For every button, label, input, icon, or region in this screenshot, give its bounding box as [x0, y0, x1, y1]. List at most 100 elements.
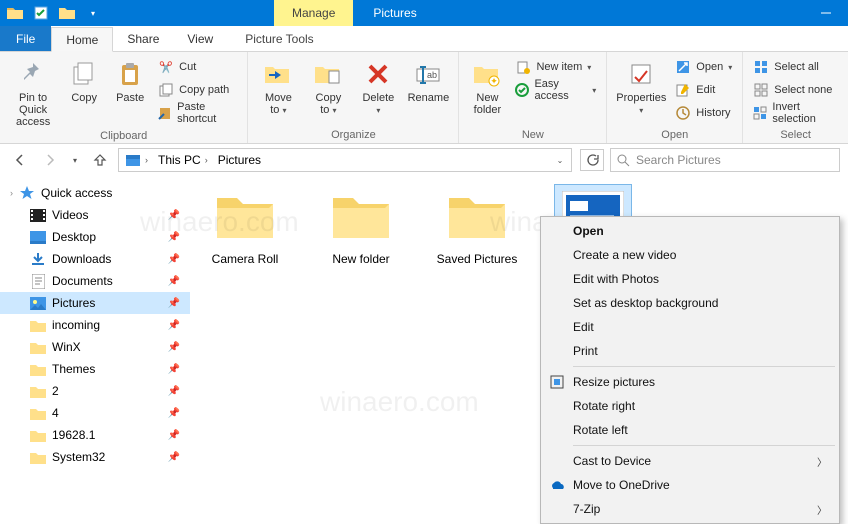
copy-path-icon	[158, 82, 174, 98]
rename-button[interactable]: ab Rename	[404, 54, 452, 104]
pictures-icon	[30, 295, 46, 311]
copy-to-icon	[312, 58, 344, 90]
breadcrumb-this-pc[interactable]: This PC›	[154, 153, 212, 167]
copy-path-button[interactable]: Copy path	[154, 79, 241, 101]
easy-access-button[interactable]: Easy access ▾	[511, 79, 600, 101]
sidebar-item-documents[interactable]: Documents📌	[0, 270, 190, 292]
picture-tools-tab[interactable]: Picture Tools	[231, 26, 327, 51]
search-placeholder: Search Pictures	[636, 153, 721, 167]
sidebar-item-2[interactable]: 2📌	[0, 380, 190, 402]
group-organize: Move to ▾ Copy to ▾ Delete ▾ ab Rename O…	[248, 52, 459, 143]
ctx-cast-to-device[interactable]: Cast to Device〉	[543, 449, 837, 473]
sidebar-item-4[interactable]: 4📌	[0, 402, 190, 424]
select-none-icon	[753, 82, 769, 98]
group-open: Properties ▾ Open ▾ Edit History Open	[607, 52, 743, 143]
manage-contextual-tab[interactable]: Manage	[274, 0, 353, 26]
file-item-saved-pictures[interactable]: Saved Pictures	[432, 184, 522, 266]
ctx-edit-photos[interactable]: Edit with Photos	[543, 267, 837, 291]
sidebar-item-winx[interactable]: WinX📌	[0, 336, 190, 358]
ctx-resize-pictures[interactable]: Resize pictures	[543, 370, 837, 394]
sidebar-item-desktop[interactable]: Desktop📌	[0, 226, 190, 248]
breadcrumb-bar[interactable]: › This PC› Pictures ⌄	[118, 148, 572, 172]
ctx-move-to-onedrive[interactable]: Move to OneDrive	[543, 473, 837, 497]
copy-to-button[interactable]: Copy to ▾	[304, 54, 352, 117]
navigation-pane: › Quick access Videos📌 Desktop📌 Download…	[0, 176, 190, 501]
up-button[interactable]	[88, 148, 112, 172]
ctx-rotate-right[interactable]: Rotate right	[543, 394, 837, 418]
pin-icon: 📌	[168, 232, 180, 243]
file-tab[interactable]: File	[0, 26, 51, 51]
folder-icon	[30, 405, 46, 421]
select-all-button[interactable]: Select all	[749, 56, 842, 78]
sidebar-item-downloads[interactable]: Downloads📌	[0, 248, 190, 270]
view-tab[interactable]: View	[173, 26, 227, 51]
paste-shortcut-button[interactable]: Paste shortcut	[154, 102, 241, 124]
history-button[interactable]: History	[671, 102, 736, 124]
pin-icon: 📌	[168, 298, 180, 309]
ctx-print[interactable]: Print	[543, 339, 837, 363]
folder-icon	[30, 427, 46, 443]
group-clipboard: Pin to Quick access Copy Paste ✂️Cut Cop…	[0, 52, 248, 143]
star-icon	[19, 185, 35, 201]
address-dropdown-icon[interactable]: ⌄	[551, 148, 569, 172]
ctx-open[interactable]: Open	[543, 219, 837, 243]
sidebar-item-pictures[interactable]: Pictures📌	[0, 292, 190, 314]
sidebar-quick-access[interactable]: › Quick access	[0, 182, 190, 204]
home-tab[interactable]: Home	[51, 27, 113, 52]
title-bar: ▾ Manage Pictures	[0, 0, 848, 26]
history-icon	[675, 105, 691, 121]
breadcrumb-root-icon[interactable]: ›	[121, 153, 152, 167]
copy-button[interactable]: Copy	[62, 54, 106, 104]
forward-button[interactable]	[38, 148, 62, 172]
chevron-right-icon: 〉	[817, 454, 827, 469]
refresh-button[interactable]	[580, 149, 604, 171]
properties-button[interactable]: Properties ▾	[613, 54, 669, 117]
sidebar-item-incoming[interactable]: incoming📌	[0, 314, 190, 336]
delete-button[interactable]: Delete ▾	[354, 54, 402, 117]
paste-shortcut-icon	[158, 105, 172, 121]
group-new: ✦ New folder New item ▾ Easy access ▾ Ne…	[459, 52, 607, 143]
watermark: winaero.com	[320, 386, 479, 418]
pin-icon: 📌	[168, 342, 180, 353]
sidebar-item-19628-1[interactable]: 19628.1📌	[0, 424, 190, 446]
invert-selection-button[interactable]: Invert selection	[749, 102, 842, 124]
open-button[interactable]: Open ▾	[671, 56, 736, 78]
sidebar-item-themes[interactable]: Themes📌	[0, 358, 190, 380]
ctx-edit[interactable]: Edit	[543, 315, 837, 339]
sidebar-item-system32[interactable]: System32📌	[0, 446, 190, 468]
ctx-rotate-left[interactable]: Rotate left	[543, 418, 837, 442]
pin-icon: 📌	[168, 276, 180, 287]
move-to-button[interactable]: Move to ▾	[254, 54, 302, 117]
new-folder-button[interactable]: ✦ New folder	[465, 54, 509, 116]
paste-button[interactable]: Paste	[108, 54, 152, 104]
qat-dropdown-icon[interactable]: ▾	[82, 2, 104, 24]
move-to-icon	[262, 58, 294, 90]
edit-button[interactable]: Edit	[671, 79, 736, 101]
breadcrumb-pictures[interactable]: Pictures	[214, 153, 265, 167]
sidebar-item-videos[interactable]: Videos📌	[0, 204, 190, 226]
rename-icon: ab	[412, 58, 444, 90]
share-tab[interactable]: Share	[113, 26, 173, 51]
ctx-separator	[573, 445, 835, 446]
ctx-create-video[interactable]: Create a new video	[543, 243, 837, 267]
minimize-button[interactable]	[804, 0, 848, 26]
folder-icon	[30, 339, 46, 355]
file-item-new-folder[interactable]: New folder	[316, 184, 406, 266]
search-input[interactable]: Search Pictures	[610, 148, 840, 172]
folder-icon[interactable]	[4, 2, 26, 24]
select-none-button[interactable]: Select none	[749, 79, 842, 101]
paste-icon	[114, 58, 146, 90]
pin-icon	[17, 58, 49, 90]
pin-to-quick-access-button[interactable]: Pin to Quick access	[6, 54, 60, 128]
back-button[interactable]	[8, 148, 32, 172]
properties-qat-icon[interactable]	[30, 2, 52, 24]
recent-locations-button[interactable]: ▾	[68, 148, 82, 172]
ribbon-tabs: File Home Share View Picture Tools	[0, 26, 848, 52]
file-item-camera-roll[interactable]: Camera Roll	[200, 184, 290, 266]
cut-button[interactable]: ✂️Cut	[154, 56, 241, 78]
folder-qat-icon[interactable]	[56, 2, 78, 24]
group-label: Clipboard	[6, 128, 241, 144]
ctx-set-background[interactable]: Set as desktop background	[543, 291, 837, 315]
group-label: Open	[613, 127, 736, 143]
new-item-button[interactable]: New item ▾	[511, 56, 600, 78]
